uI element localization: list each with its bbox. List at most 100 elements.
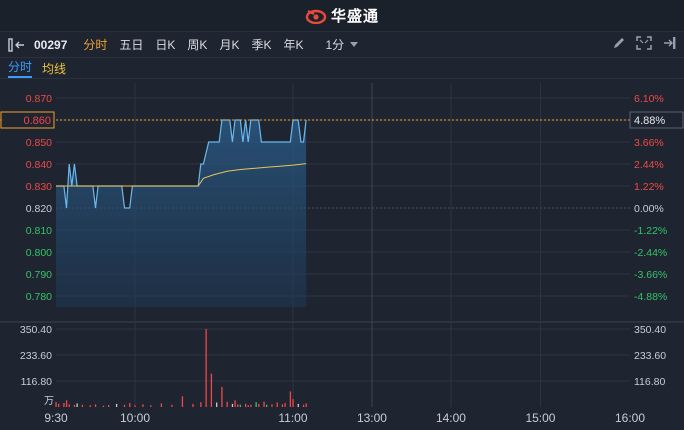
time-tick-label: 11:00 xyxy=(278,411,307,425)
volume-bar xyxy=(63,402,65,407)
volume-tick-label: 350.40 xyxy=(20,324,52,336)
volume-bar xyxy=(266,404,268,407)
volume-bar xyxy=(237,404,239,407)
volume-bar xyxy=(73,404,76,407)
tab-intraday[interactable]: 分时 xyxy=(83,36,107,53)
volume-bar xyxy=(234,400,236,407)
volume-bar xyxy=(239,404,242,407)
price-tick-label: 0.800 xyxy=(26,247,52,259)
percent-tick-label: 0.00% xyxy=(634,203,664,215)
toolbar-actions xyxy=(612,36,676,50)
volume-tick-label: 116.80 xyxy=(21,376,52,388)
volume-bar xyxy=(160,403,163,407)
tab-yearly-k[interactable]: 年K xyxy=(283,36,303,53)
price-tick-label: 0.850 xyxy=(26,137,52,149)
volume-bar xyxy=(142,404,144,407)
pencil-icon[interactable] xyxy=(612,36,626,50)
volume-bar xyxy=(216,402,218,407)
volume-bar xyxy=(289,391,292,407)
volume-bar xyxy=(292,398,294,407)
tab-quarterly-k[interactable]: 季K xyxy=(251,36,271,53)
volume-bar xyxy=(258,403,260,407)
volume-bar xyxy=(284,402,286,407)
volume-bar xyxy=(255,402,257,407)
brand-name: 华盛通 xyxy=(330,8,379,25)
volume-bar xyxy=(250,404,252,407)
volume-bar xyxy=(244,403,247,407)
volume-bar xyxy=(94,404,97,407)
tab-five-day[interactable]: 五日 xyxy=(119,36,143,53)
chevron-down-icon xyxy=(350,41,359,47)
volume-tick-label-right: 233.60 xyxy=(634,350,666,362)
volume-tick-label-right: 116.80 xyxy=(634,376,665,388)
volume-bar xyxy=(129,402,131,407)
volume-bar xyxy=(123,404,126,407)
volume-bar xyxy=(89,405,91,407)
tab-daily-k[interactable]: 日K xyxy=(155,36,175,53)
current-percent-value: 4.88% xyxy=(634,115,665,127)
percent-tick-label: 6.10% xyxy=(634,93,664,105)
volume-bar xyxy=(221,386,223,407)
volume-bar xyxy=(81,404,84,407)
fullscreen-icon[interactable] xyxy=(636,36,652,50)
volume-bar xyxy=(55,402,57,407)
intraday-chart[interactable]: 0.870 6.10% 0.860 4.88% 0.850 3.66% 0.840 2.44%… xyxy=(0,79,684,430)
percent-tick-label: -4.88% xyxy=(634,291,667,303)
volume-bar xyxy=(281,404,284,407)
price-tick-label: 0.830 xyxy=(26,181,52,193)
percent-tick-label: -2.44% xyxy=(634,247,667,259)
collapse-panel-icon[interactable] xyxy=(8,37,30,52)
percent-tick-label: 3.66% xyxy=(634,137,664,149)
volume-bar xyxy=(108,404,110,407)
time-tick-label: 16:00 xyxy=(615,411,645,425)
tab-monthly-k[interactable]: 月K xyxy=(219,36,239,53)
volume-bar xyxy=(210,373,213,407)
logo-icon xyxy=(305,9,327,24)
time-tick-label: 10:00 xyxy=(120,411,150,425)
volume-bar xyxy=(65,400,68,407)
volume-bar xyxy=(150,405,152,407)
expand-panel-icon[interactable] xyxy=(662,36,676,50)
volume-bar xyxy=(192,403,194,407)
volume-bar xyxy=(200,402,202,407)
volume-bar xyxy=(171,404,173,407)
time-tick-label: 9:30 xyxy=(44,411,68,425)
chart-svg: 0.870 6.10% 0.860 4.88% 0.850 3.66% 0.840 2.44%… xyxy=(0,79,684,430)
price-tick-label: 0.870 xyxy=(26,93,52,105)
app-header: 华盛通 xyxy=(0,0,684,32)
price-tick-label: 0.820 xyxy=(26,203,52,215)
volume-bar xyxy=(302,404,305,407)
time-tick-label: 15:00 xyxy=(525,411,555,425)
brand-logo: 华盛通 xyxy=(305,5,379,26)
volume-bar xyxy=(247,405,249,407)
volume-bar xyxy=(263,401,265,407)
time-tick-label: 13:00 xyxy=(357,411,387,425)
volume-bar xyxy=(58,403,60,407)
percent-tick-label: -1.22% xyxy=(634,225,667,237)
chart-toolbar: 00297 分时 五日 日K 周K 月K 季K 年K 1分 xyxy=(0,32,684,57)
interval-select[interactable]: 1分 xyxy=(325,36,359,53)
volume-bar xyxy=(231,403,234,407)
volume-tick-label-right: 350.40 xyxy=(634,324,666,336)
price-tick-label: 0.840 xyxy=(26,159,52,171)
interval-value: 1分 xyxy=(325,38,345,52)
percent-tick-label: -3.66% xyxy=(634,269,667,281)
tab-weekly-k[interactable]: 周K xyxy=(187,36,207,53)
volume-bar xyxy=(115,403,118,407)
tab-average-line[interactable]: 均线 xyxy=(42,60,66,77)
time-tick-label: 14:00 xyxy=(436,411,466,425)
percent-tick-label: 1.22% xyxy=(634,181,664,193)
volume-bar xyxy=(102,405,105,407)
volume-bar xyxy=(181,396,184,407)
volume-bar xyxy=(76,403,78,407)
volume-bar xyxy=(276,402,278,407)
volume-tick-label: 233.60 xyxy=(20,350,52,362)
volume-bar xyxy=(226,401,228,407)
percent-tick-label: 2.44% xyxy=(634,159,664,171)
stock-code: 00297 xyxy=(34,37,68,52)
volume-bar xyxy=(305,403,307,407)
volume-unit: 万 xyxy=(44,396,54,407)
tab-intraday-line[interactable]: 分时 xyxy=(8,58,33,78)
volume-bar xyxy=(205,329,207,407)
price-tick-label: 0.790 xyxy=(26,269,52,281)
